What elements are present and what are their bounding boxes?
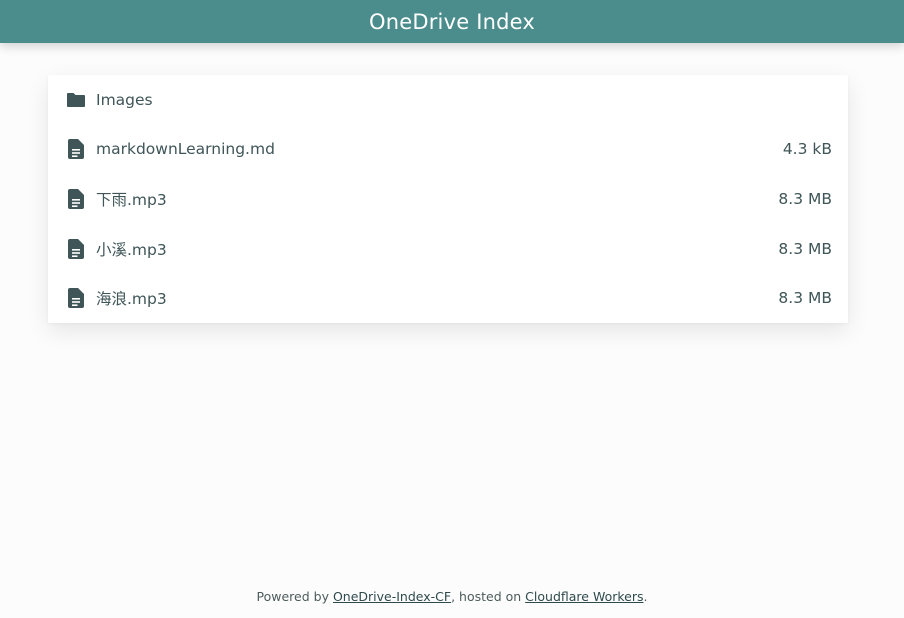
footer-prefix: Powered by <box>256 589 333 604</box>
onedrive-index-cf-link[interactable]: OneDrive-Index-CF <box>333 589 451 604</box>
list-item-rain-mp3[interactable]: 下雨.mp3 8.3 MB <box>48 174 848 224</box>
cloudflare-workers-link[interactable]: Cloudflare Workers <box>525 589 643 604</box>
file-size: 8.3 MB <box>778 239 832 258</box>
file-size: 4.3 kB <box>782 140 832 159</box>
file-name: Images <box>96 90 153 109</box>
file-name: 下雨.mp3 <box>96 190 167 209</box>
file-list: Images markdownLearning.md 4.3 kB 下雨.mp3 <box>48 75 848 323</box>
file-size: 8.3 MB <box>778 289 832 308</box>
file-icon <box>66 238 86 259</box>
list-item-images-folder[interactable]: Images <box>48 75 848 125</box>
file-name: markdownLearning.md <box>96 140 275 159</box>
footer-middle: , hosted on <box>451 589 526 604</box>
file-size: 8.3 MB <box>778 189 832 208</box>
site-title-link[interactable]: OneDrive Index <box>369 10 535 34</box>
list-item-stream-mp3[interactable]: 小溪.mp3 8.3 MB <box>48 224 848 274</box>
list-item-markdown-file[interactable]: markdownLearning.md 4.3 kB <box>48 125 848 175</box>
file-icon <box>66 288 86 309</box>
footer-suffix: . <box>643 589 648 604</box>
footer: Powered by OneDrive-Index-CF, hosted on … <box>0 589 904 604</box>
file-name: 海浪.mp3 <box>96 290 167 309</box>
list-item-waves-mp3[interactable]: 海浪.mp3 8.3 MB <box>48 273 848 323</box>
file-icon <box>66 139 86 160</box>
folder-icon <box>66 90 86 110</box>
file-icon <box>66 188 86 209</box>
file-name: 小溪.mp3 <box>96 240 167 259</box>
top-bar: OneDrive Index <box>0 0 904 43</box>
